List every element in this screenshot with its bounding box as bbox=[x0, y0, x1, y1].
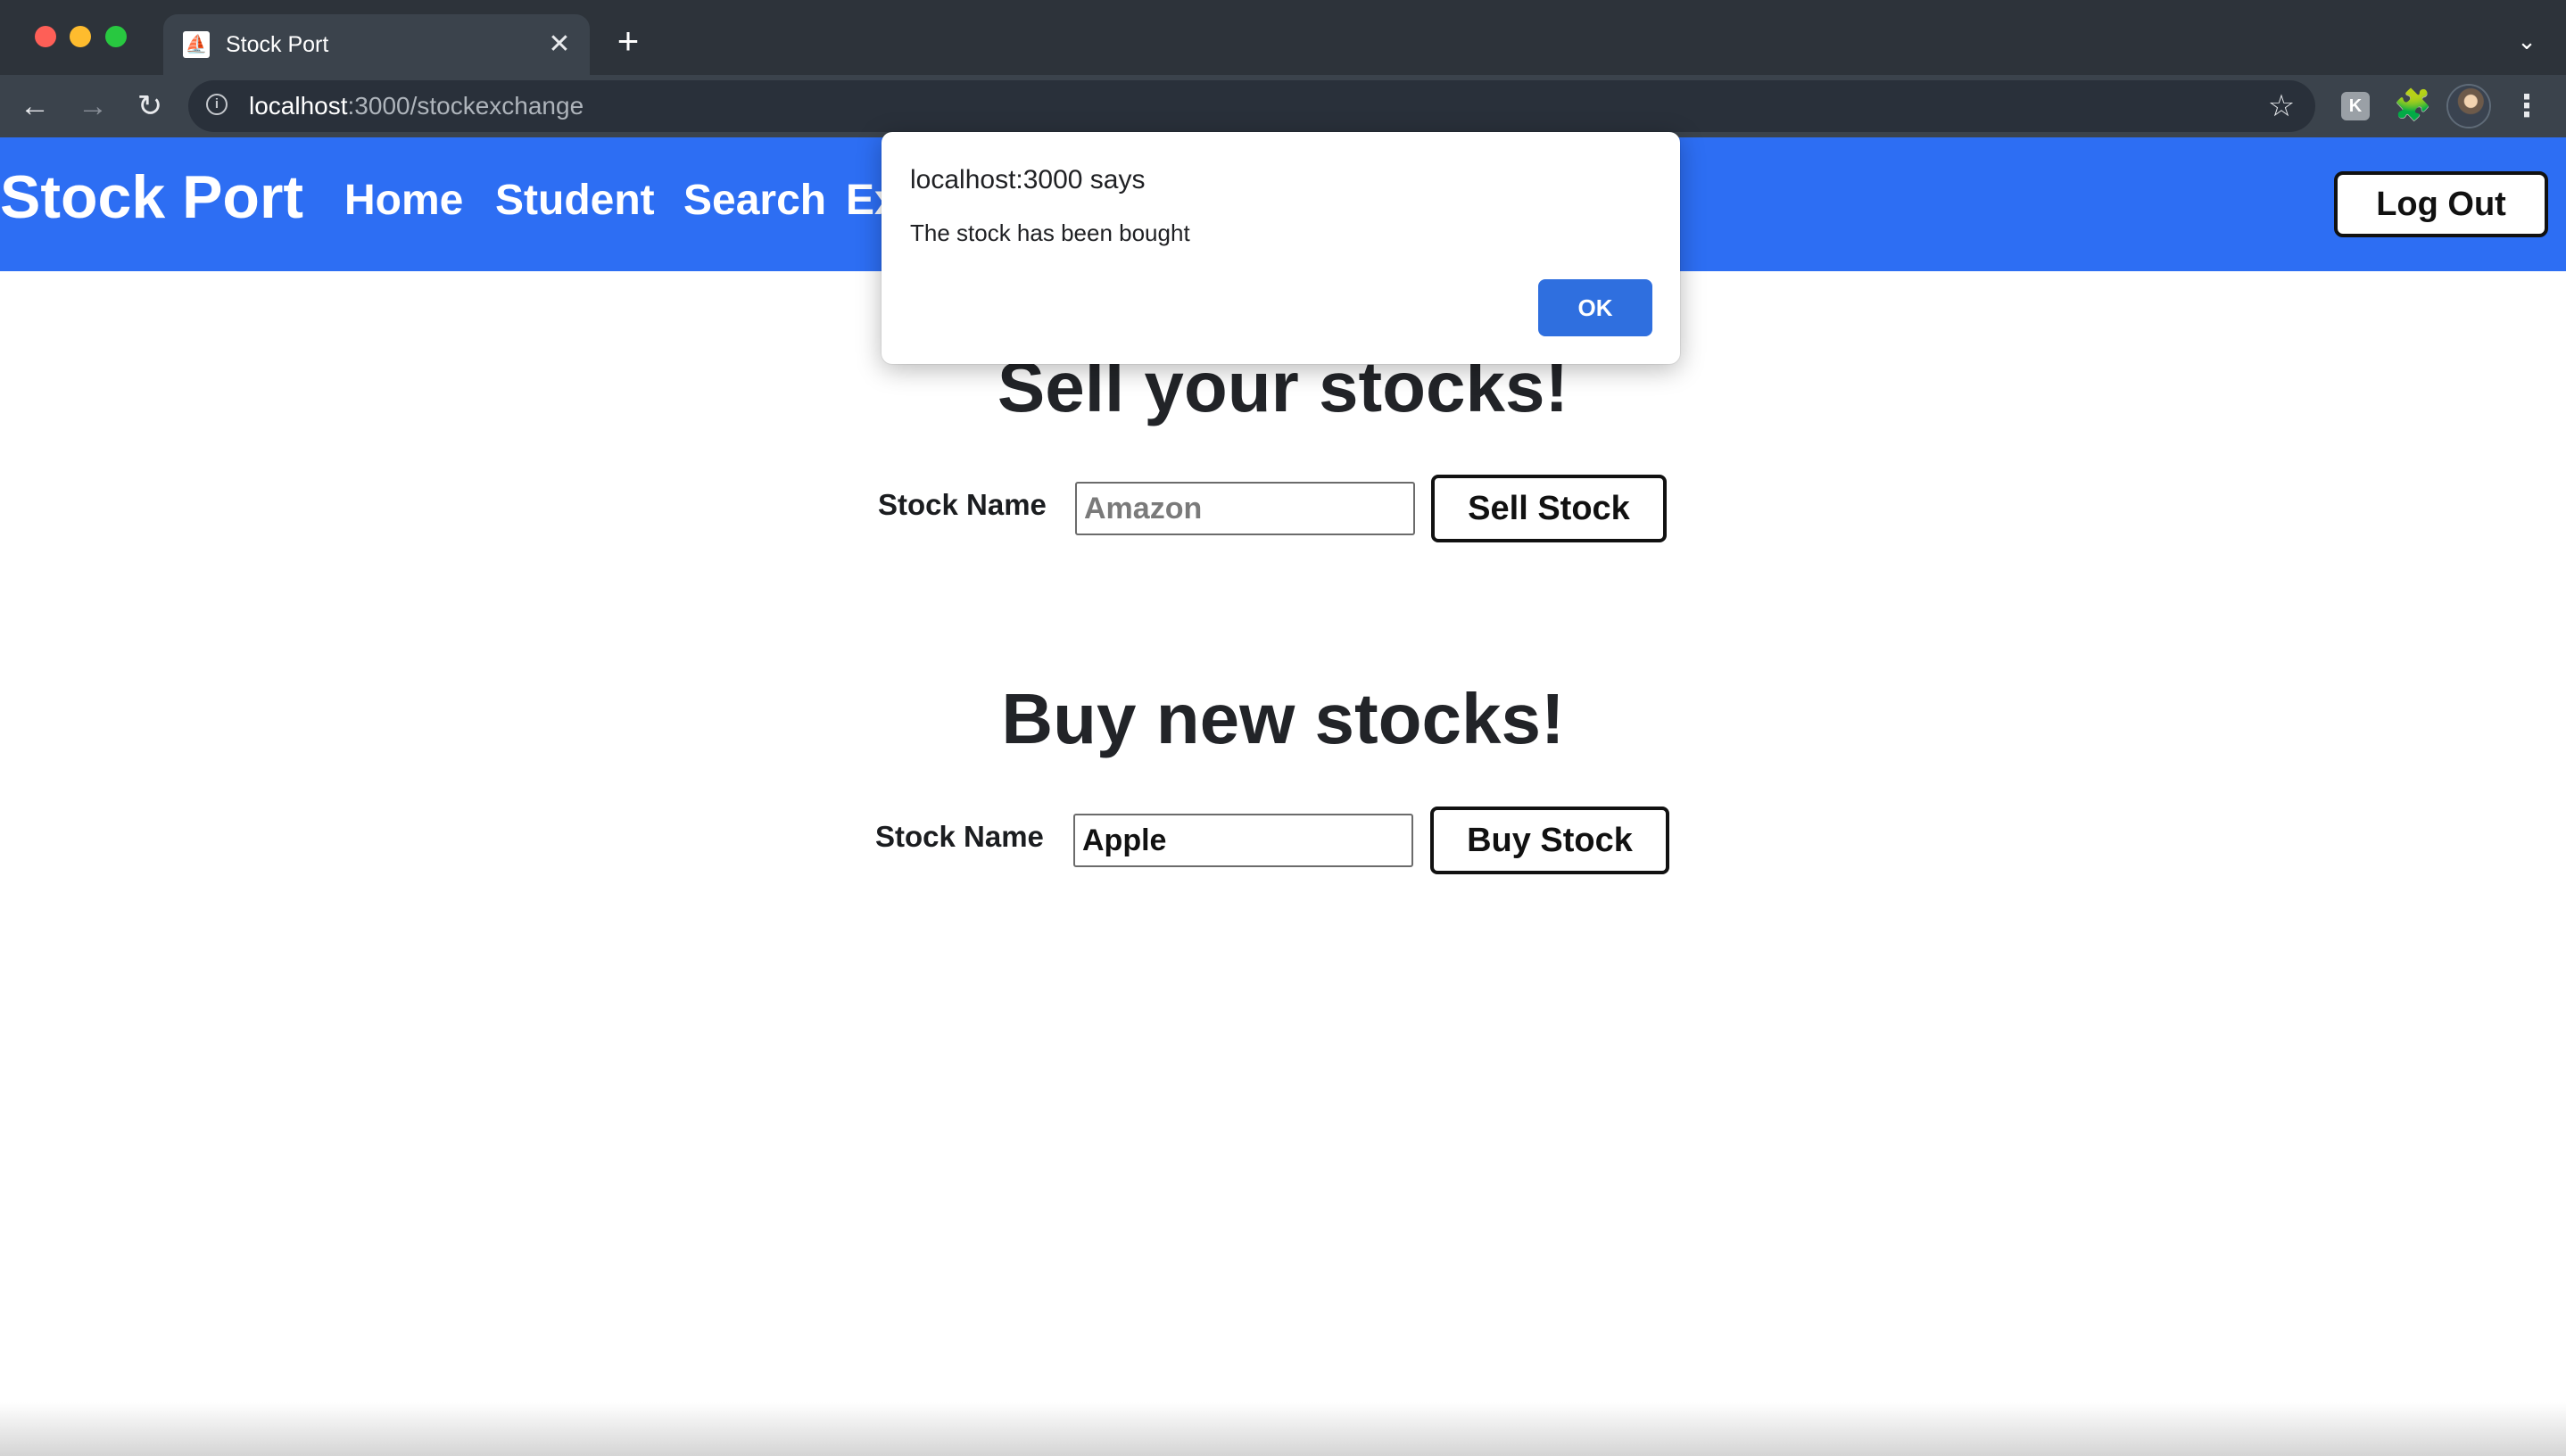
star-icon[interactable]: ☆ bbox=[2264, 88, 2299, 124]
ok-button[interactable]: OK bbox=[1538, 279, 1652, 336]
browser-toolbar: ← → ↻ i localhost:3000/stockexchange ☆ K… bbox=[0, 75, 2566, 137]
favicon-icon: ⛵ bbox=[183, 31, 210, 58]
minimize-window-button[interactable] bbox=[70, 26, 91, 47]
info-icon[interactable]: i bbox=[206, 94, 228, 115]
reload-icon[interactable]: ↻ bbox=[129, 86, 170, 127]
buy-section-title: Buy new stocks! bbox=[1001, 679, 1565, 758]
k-extension-icon[interactable]: K bbox=[2341, 92, 2370, 120]
buy-stock-button[interactable]: Buy Stock bbox=[1430, 807, 1669, 874]
url-path: :3000/stockexchange bbox=[347, 92, 584, 120]
buy-stock-name-input[interactable] bbox=[1073, 814, 1413, 867]
back-arrow-icon[interactable]: ← bbox=[14, 86, 55, 127]
close-window-button[interactable] bbox=[35, 26, 56, 47]
tab-title: Stock Port bbox=[226, 32, 329, 57]
nav-link-search[interactable]: Search bbox=[683, 171, 826, 230]
bottom-shadow bbox=[0, 1402, 2566, 1456]
browser-tab[interactable]: ⛵ Stock Port ✕ bbox=[163, 14, 590, 75]
nav-link-home[interactable]: Home bbox=[344, 171, 463, 230]
avatar[interactable] bbox=[2448, 86, 2489, 127]
url-host: localhost bbox=[249, 92, 348, 120]
url-text[interactable]: localhost:3000/stockexchange bbox=[249, 90, 584, 122]
logout-button[interactable]: Log Out bbox=[2334, 171, 2548, 237]
buy-stock-name-label: Stock Name bbox=[875, 820, 1044, 853]
sell-stock-name-input[interactable] bbox=[1075, 482, 1415, 535]
dialog-title: localhost:3000 says bbox=[910, 165, 1146, 194]
kebab-menu-icon[interactable]: ⋮ bbox=[2511, 86, 2543, 127]
brand-logo[interactable]: Stock Port bbox=[0, 157, 303, 237]
dialog-message: The stock has been bought bbox=[910, 219, 1190, 246]
maximize-window-button[interactable] bbox=[105, 26, 127, 47]
address-bar[interactable]: i localhost:3000/stockexchange ☆ bbox=[188, 80, 2315, 132]
new-tab-icon[interactable]: + bbox=[608, 21, 648, 61]
sell-stock-button[interactable]: Sell Stock bbox=[1431, 475, 1667, 542]
puzzle-icon[interactable]: 🧩 bbox=[2394, 87, 2431, 123]
nav-link-student[interactable]: Student bbox=[495, 171, 655, 230]
alert-dialog: localhost:3000 says The stock has been b… bbox=[882, 132, 1680, 364]
tab-search-chevron-icon[interactable]: ⌄ bbox=[2509, 23, 2545, 59]
forward-arrow-icon[interactable]: → bbox=[72, 86, 113, 127]
close-tab-icon[interactable]: ✕ bbox=[542, 27, 577, 62]
sell-stock-name-label: Stock Name bbox=[878, 488, 1047, 521]
browser-title-bar: ⛵ Stock Port ✕ + ⌄ bbox=[0, 0, 2566, 75]
